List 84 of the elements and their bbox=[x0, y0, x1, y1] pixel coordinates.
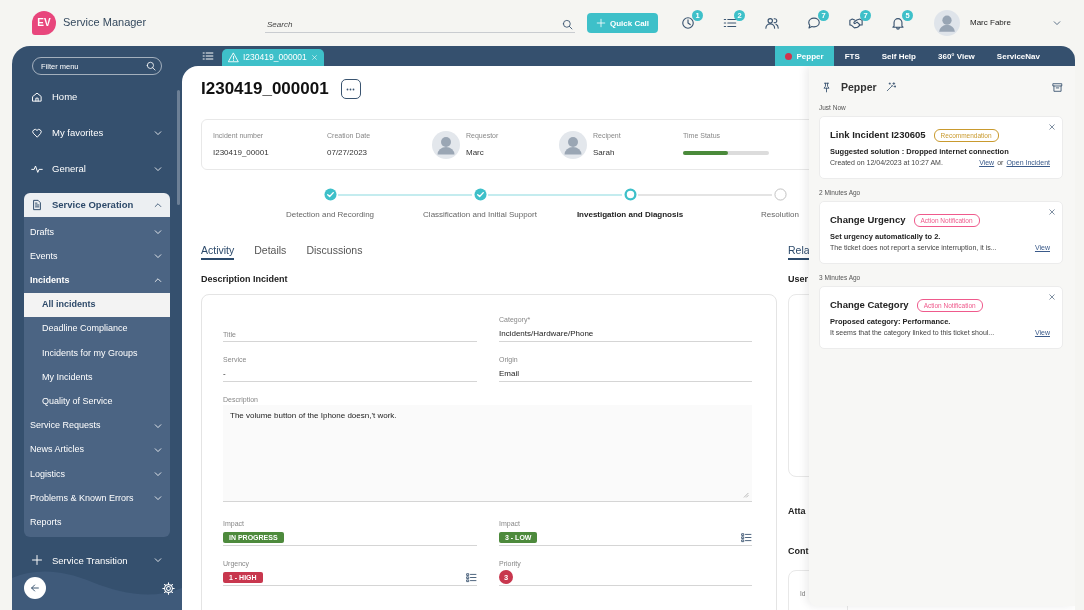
chevron-down-icon bbox=[153, 164, 163, 174]
menu-item[interactable]: Deadline Compliance bbox=[24, 316, 170, 341]
magic-wand-icon[interactable] bbox=[885, 82, 896, 92]
summary-value: Marc bbox=[466, 148, 485, 158]
pin-icon[interactable] bbox=[821, 81, 832, 93]
user-name: Marc Fabre bbox=[970, 18, 1011, 28]
menu-item[interactable]: All incidents bbox=[24, 292, 170, 317]
menu-item[interactable]: Incidents bbox=[24, 268, 170, 293]
section-title: User bbox=[788, 273, 808, 285]
panel-tab[interactable]: FTS bbox=[833, 46, 871, 66]
tab[interactable]: Discussions bbox=[306, 244, 363, 260]
panel-title: Pepper bbox=[841, 80, 877, 94]
scrollbar[interactable] bbox=[177, 90, 180, 205]
more-button[interactable] bbox=[340, 79, 361, 99]
pulse-icon bbox=[31, 163, 43, 175]
document-icon bbox=[31, 199, 43, 211]
checklist-icon[interactable] bbox=[741, 531, 752, 543]
menu-item[interactable]: Home bbox=[24, 79, 170, 115]
avatar-icon bbox=[559, 130, 587, 159]
plus-icon bbox=[595, 18, 606, 28]
menu-item[interactable]: Problems & Known Errors bbox=[24, 486, 170, 511]
summary-value: I230419_00001 bbox=[213, 148, 269, 158]
heart-icon bbox=[31, 127, 43, 139]
list-icon[interactable] bbox=[202, 50, 214, 62]
list-icon[interactable] bbox=[723, 16, 737, 30]
settings-icon[interactable] bbox=[162, 581, 175, 595]
menu-item[interactable]: Reports bbox=[24, 510, 170, 535]
menu-item[interactable]: Events bbox=[24, 244, 170, 269]
close-icon[interactable] bbox=[1048, 123, 1056, 131]
archive-icon[interactable] bbox=[1052, 81, 1063, 93]
menu-item[interactable]: Incidents for my Groups bbox=[24, 340, 170, 366]
menu-item[interactable]: My favorites bbox=[24, 115, 170, 151]
close-icon[interactable] bbox=[1048, 293, 1056, 301]
checklist-icon[interactable] bbox=[466, 571, 477, 583]
summary-value: Sarah bbox=[593, 148, 616, 158]
close-icon[interactable] bbox=[1048, 208, 1056, 216]
step-label: Investigation and Diagnosis bbox=[576, 210, 684, 220]
home-icon bbox=[31, 91, 43, 103]
text-field[interactable]: Incidents/Hardware/Phone bbox=[499, 325, 752, 342]
description-field[interactable]: The volume button of the Iphone doesn,'t work. bbox=[223, 405, 752, 502]
menu-item[interactable]: Logistics bbox=[24, 461, 170, 487]
notification-title: Change Category bbox=[830, 299, 909, 311]
menu-item[interactable]: My Incidents bbox=[24, 365, 170, 390]
menu-item[interactable]: Quality of Service bbox=[24, 389, 170, 414]
menu-item[interactable]: News Articles bbox=[24, 437, 170, 462]
bell-icon[interactable] bbox=[891, 16, 905, 30]
section-title: Atta bbox=[788, 505, 806, 517]
summary-value: 07/27/2023 bbox=[327, 148, 369, 158]
panel-tab[interactable]: 360° View bbox=[927, 46, 986, 66]
incident-title: I230419_000001 bbox=[201, 78, 329, 100]
chevron-up-icon bbox=[153, 200, 163, 210]
chevron-down-icon bbox=[153, 128, 163, 138]
app-name: Service Manager bbox=[63, 16, 147, 30]
chat-bubble-icon[interactable] bbox=[807, 16, 821, 30]
people-icon[interactable] bbox=[765, 16, 779, 30]
step-label: Detection and Recording bbox=[285, 210, 375, 220]
clock-icon[interactable] bbox=[681, 16, 695, 30]
app-logo: EV bbox=[32, 11, 56, 35]
section-title: Cont bbox=[788, 545, 809, 557]
text-field[interactable]: Email bbox=[499, 365, 752, 382]
plus-icon bbox=[31, 554, 43, 567]
notification-title: Change Urgency bbox=[830, 214, 906, 226]
arrow-left-icon bbox=[29, 582, 41, 594]
step-label: Classification and Initial Support bbox=[423, 210, 537, 220]
avatar-icon bbox=[432, 130, 460, 159]
more-icon bbox=[346, 87, 356, 91]
menu-item[interactable]: Service Requests bbox=[24, 413, 170, 438]
warning-icon bbox=[228, 52, 239, 63]
tab[interactable]: Details bbox=[254, 244, 287, 260]
handshake-icon[interactable] bbox=[849, 16, 863, 30]
search-icon bbox=[562, 19, 573, 30]
tab[interactable]: Activity bbox=[201, 244, 235, 260]
menu-item[interactable]: Service Transition bbox=[24, 542, 170, 579]
text-field[interactable]: - bbox=[223, 365, 477, 382]
section-title: Description Incident bbox=[201, 273, 289, 285]
panel-tab[interactable]: Self Help bbox=[870, 46, 927, 66]
search-icon bbox=[146, 61, 156, 71]
notification-title: Link Incident I230605 bbox=[830, 129, 926, 141]
search-field[interactable]: Search bbox=[265, 17, 575, 33]
step-label: Resolution bbox=[761, 210, 799, 220]
menu-item[interactable]: General bbox=[24, 151, 170, 187]
menu-item[interactable]: Drafts bbox=[24, 220, 170, 245]
menu-item[interactable]: Service Operation bbox=[24, 193, 170, 217]
panel-tab[interactable]: ServiceNav bbox=[985, 46, 1051, 66]
